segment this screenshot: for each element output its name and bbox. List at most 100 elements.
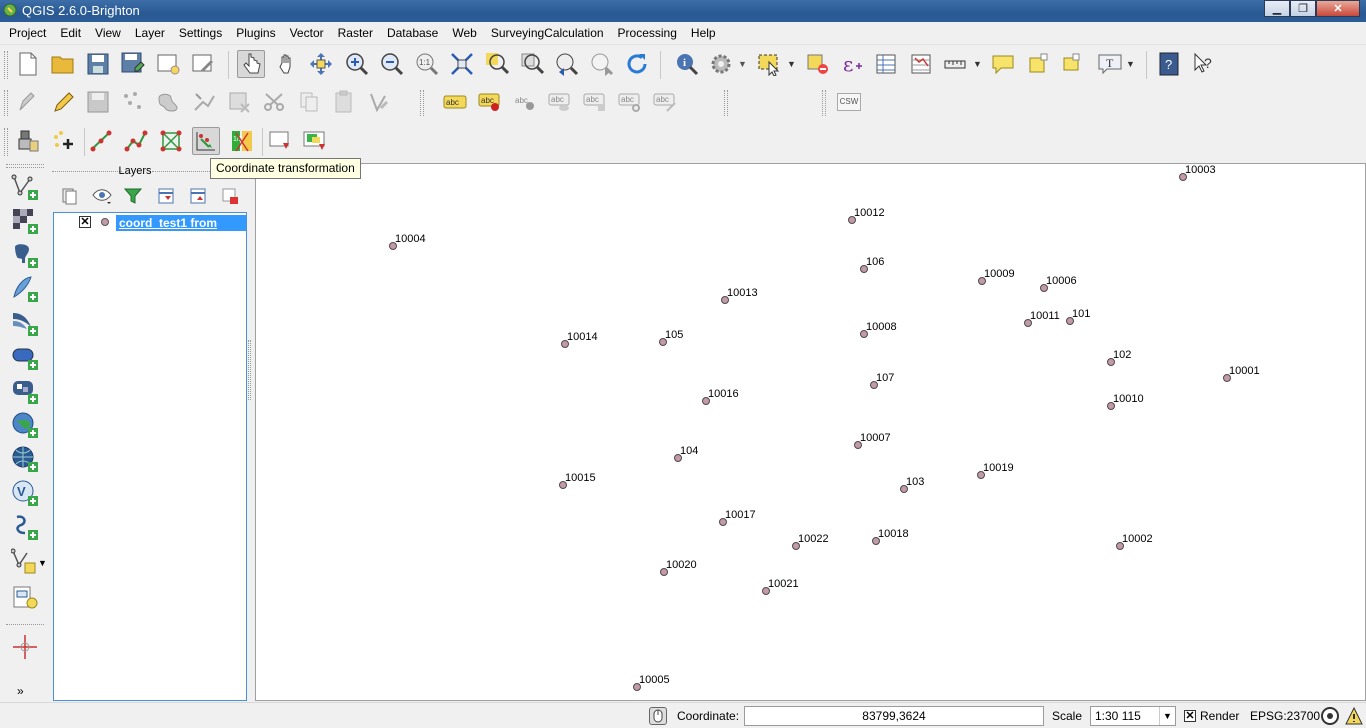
total-station-button[interactable] (14, 127, 42, 155)
toolbar-grip[interactable] (724, 90, 728, 116)
pin-labels-button[interactable]: abc (476, 88, 504, 116)
add-virtual-layer-button[interactable] (10, 582, 40, 612)
panel-splitter[interactable] (248, 340, 251, 400)
move-feature-button[interactable] (154, 88, 182, 116)
minimize-button[interactable]: ▁ (1264, 0, 1290, 17)
zoom-native-button[interactable]: 1:1 (413, 50, 441, 78)
pan-to-selection-button[interactable] (307, 50, 335, 78)
menu-project[interactable]: Project (2, 22, 53, 44)
add-spatialite-layer-button[interactable] (10, 274, 40, 304)
menu-processing[interactable]: Processing (611, 22, 684, 44)
touch-zoom-pan-button[interactable] (237, 50, 265, 78)
attribute-table-button[interactable] (872, 50, 900, 78)
add-delimited-text-layer-button[interactable]: V (10, 478, 40, 508)
dropdown-arrow-icon[interactable]: ▼ (1126, 59, 1135, 69)
add-wms-layer-button[interactable] (10, 376, 40, 406)
text-annotation-button[interactable]: T (1096, 50, 1124, 78)
crs-globe-button[interactable] (1320, 706, 1340, 726)
select-features-button[interactable] (755, 50, 783, 78)
add-gpx-layer-button[interactable] (10, 512, 40, 542)
rotate-label-button[interactable]: abc (616, 88, 644, 116)
zoom-out-button[interactable] (378, 50, 406, 78)
messages-button[interactable] (1344, 706, 1364, 726)
field-calculator-button[interactable]: ε (838, 50, 866, 78)
whats-this-button[interactable]: ? (1190, 50, 1218, 78)
layer-visibility-checkbox[interactable]: ✕ (79, 216, 91, 228)
polygon-division-button[interactable]: 1/2 (228, 127, 256, 155)
measure-button[interactable] (941, 50, 969, 78)
remove-layer-button[interactable] (218, 184, 242, 208)
zoom-full-button[interactable] (448, 50, 476, 78)
refresh-button[interactable] (623, 50, 651, 78)
add-wfs-layer-button[interactable] (10, 444, 40, 474)
add-wcs-layer-button[interactable] (10, 410, 40, 440)
dropdown-arrow-icon[interactable]: ▼ (738, 59, 747, 69)
new-print-composer-button[interactable] (154, 50, 182, 78)
menu-plugins[interactable]: Plugins (229, 22, 282, 44)
close-button[interactable]: ✕ (1316, 0, 1360, 17)
map-canvas[interactable]: 10003 10012 10004 106 10009 10006 10013 … (255, 163, 1366, 701)
menu-database[interactable]: Database (380, 22, 445, 44)
zoom-to-layer-button[interactable] (518, 50, 546, 78)
new-layer-button[interactable] (10, 546, 40, 576)
scale-combobox[interactable]: 1:30 115 ▼ (1090, 706, 1176, 726)
dropdown-arrow-icon[interactable]: ▼ (787, 59, 796, 69)
show-hide-labels-button[interactable]: abc (546, 88, 574, 116)
composer-manager-button[interactable] (189, 50, 217, 78)
new-project-button[interactable] (14, 50, 42, 78)
layer-labeling-button[interactable]: abc (441, 88, 469, 116)
traverse-calc-button[interactable] (122, 127, 150, 155)
dropdown-arrow-icon[interactable]: ▼ (38, 558, 47, 568)
georeferencer-button[interactable] (10, 632, 40, 662)
change-label-button[interactable]: abc (651, 88, 679, 116)
deselect-all-button[interactable] (804, 50, 832, 78)
coordinate-field[interactable]: 83799,3624 (744, 706, 1044, 726)
toolbar-grip[interactable] (4, 90, 8, 116)
add-postgis-layer-button[interactable] (10, 240, 40, 270)
zoom-to-selection-button[interactable] (483, 50, 511, 78)
delete-selected-button[interactable] (225, 88, 253, 116)
menu-view[interactable]: View (88, 22, 128, 44)
crs-status[interactable]: EPSG:23700 (1250, 709, 1320, 723)
zoom-last-button[interactable] (553, 50, 581, 78)
menu-surveyingcalculation[interactable]: SurveyingCalculation (484, 22, 611, 44)
add-feature-button[interactable] (119, 88, 147, 116)
menu-settings[interactable]: Settings (172, 22, 229, 44)
zoom-in-button[interactable] (343, 50, 371, 78)
new-bookmark-button[interactable] (1025, 50, 1053, 78)
expand-all-button[interactable] (154, 184, 178, 208)
move-label-button[interactable]: abc (581, 88, 609, 116)
single-point-calc-button[interactable] (87, 127, 115, 155)
plot-by-template-button[interactable] (266, 127, 294, 155)
zoom-next-button[interactable] (588, 50, 616, 78)
add-point-button[interactable] (49, 127, 77, 155)
run-action-button[interactable] (707, 50, 735, 78)
current-edits-button[interactable] (14, 88, 42, 116)
save-as-button[interactable] (119, 50, 147, 78)
toolbar-grip[interactable] (6, 164, 44, 168)
menu-web[interactable]: Web (445, 22, 483, 44)
add-mssql-layer-button[interactable] (10, 308, 40, 338)
chevron-down-icon[interactable]: ▼ (1159, 707, 1175, 725)
menu-edit[interactable]: Edit (53, 22, 88, 44)
layer-tree[interactable]: ✕ coord_test1 from (53, 212, 247, 701)
toolbar-grip[interactable] (4, 51, 8, 79)
paste-features-button[interactable] (330, 88, 358, 116)
add-raster-layer-button[interactable] (10, 206, 40, 236)
open-project-button[interactable] (49, 50, 77, 78)
node-tool-button[interactable] (190, 88, 218, 116)
toolbar-grip[interactable] (420, 90, 424, 116)
show-bookmarks-button[interactable] (1059, 50, 1087, 78)
render-checkbox[interactable]: ✕ (1184, 710, 1196, 722)
coordinate-transformation-button[interactable] (192, 127, 220, 155)
collapse-all-button[interactable] (186, 184, 210, 208)
layer-item[interactable]: ✕ coord_test1 from (54, 215, 246, 231)
pan-map-button[interactable] (273, 50, 301, 78)
batch-plotting-button[interactable] (301, 127, 329, 155)
more-tools-chevron-icon[interactable]: » (17, 684, 24, 698)
toolbar-grip[interactable] (822, 90, 826, 116)
menu-vector[interactable]: Vector (283, 22, 331, 44)
help-contents-button[interactable]: ? (1155, 50, 1183, 78)
menu-help[interactable]: Help (684, 22, 723, 44)
menu-raster[interactable]: Raster (331, 22, 380, 44)
